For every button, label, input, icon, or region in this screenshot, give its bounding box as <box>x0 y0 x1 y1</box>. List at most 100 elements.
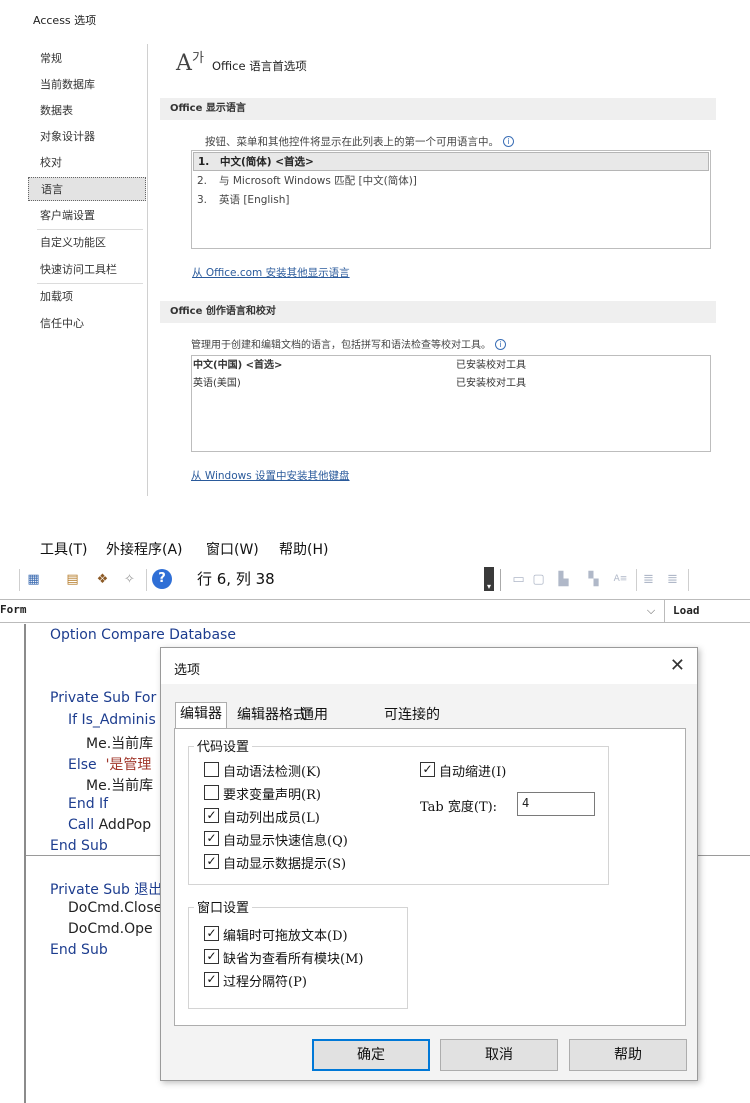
code-line[interactable]: Else '是管理 <box>68 754 151 774</box>
display-language-item[interactable]: 3. 英语 [English] <box>193 191 709 210</box>
code-line[interactable]: If Is_Adminis <box>68 712 156 728</box>
project-explorer-icon[interactable]: ▦ <box>25 571 42 588</box>
sidebar-item-language[interactable]: 语言 <box>28 177 146 201</box>
proofing-status: 已安装校对工具 <box>456 360 526 371</box>
object-browser-icon[interactable]: ❖ <box>94 571 111 588</box>
checkmark-icon[interactable]: ✓ <box>204 831 219 846</box>
toolbox-icon[interactable]: ✧ <box>121 571 138 588</box>
properties-window-icon[interactable]: ▤ <box>64 571 81 588</box>
outdent-icon[interactable]: ▢ <box>530 571 547 588</box>
code-line[interactable]: End Sub <box>50 838 108 854</box>
checkmark-icon[interactable]: ✓ <box>204 808 219 823</box>
chevron-down-icon[interactable]: ⌵ <box>642 602 660 620</box>
menu-help[interactable]: 帮助(H) <box>279 539 328 559</box>
sidebar-item-current-database[interactable]: 当前数据库 <box>28 73 146 97</box>
tab-editor[interactable]: 编辑器 <box>175 702 227 729</box>
checkbox[interactable] <box>204 785 219 800</box>
code-line[interactable]: Me.当前库 <box>86 733 153 753</box>
toggle-breakpoint-icon[interactable]: ▙ <box>555 571 572 588</box>
display-language-list[interactable]: 1. 中文(简体) <首选> 2. 与 Microsoft Windows 匹配 [… <box>191 150 711 249</box>
info-icon[interactable]: i <box>495 339 506 350</box>
help-button[interactable]: 帮助 <box>569 1039 687 1071</box>
sidebar-item-datasheet[interactable]: 数据表 <box>28 99 146 123</box>
menu-add-ins[interactable]: 外接程序(A) <box>106 539 183 559</box>
display-language-item[interactable]: 1. 中文(简体) <首选> <box>193 152 709 171</box>
access-options-title: Access 选项 <box>33 14 97 27</box>
dialog-titlebar[interactable]: 选项 ✕ <box>161 648 697 684</box>
checkbox-label: 过程分隔符(P) <box>223 975 307 990</box>
window-settings-title: 窗口设置 <box>194 897 253 916</box>
indent-icon[interactable]: ▭ <box>510 571 527 588</box>
close-icon[interactable]: ✕ <box>670 655 685 676</box>
code-line[interactable]: Call AddPop <box>68 817 151 833</box>
quick-info-icon[interactable]: A≡ <box>612 571 629 588</box>
sidebar-item-client-settings[interactable]: 客户端设置 <box>28 204 146 228</box>
next-bookmark-icon[interactable]: ≣ <box>664 571 681 588</box>
display-language-number: 2. <box>197 175 208 187</box>
tab-width-input[interactable]: 4 <box>517 792 595 816</box>
checkmark-icon[interactable]: ✓ <box>204 972 219 987</box>
checkbox-label: 自动缩进(I) <box>439 765 507 780</box>
cancel-button[interactable]: 取消 <box>440 1039 558 1071</box>
checkmark-icon[interactable]: ✓ <box>204 949 219 964</box>
install-keyboard-link[interactable]: 从 Windows 设置中安装其他键盘 <box>191 468 350 483</box>
display-language-description: 按钮、菜单和其他控件将显示在此列表上的第一个可用语言中。 i <box>205 134 514 149</box>
display-language-description-text: 按钮、菜单和其他控件将显示在此列表上的第一个可用语言中。 <box>205 136 499 148</box>
proofing-status: 已安装校对工具 <box>456 378 526 389</box>
language-icon-small-glyph: 가 <box>192 51 204 66</box>
checkbox-label: 自动列出成员(L) <box>223 811 320 826</box>
sidebar-item-trust-center[interactable]: 信任中心 <box>28 312 146 336</box>
tab-docking[interactable]: 可连接的 <box>380 704 444 729</box>
authoring-language-row[interactable]: 英语(美国) 已安装校对工具 <box>193 375 709 393</box>
install-display-language-link[interactable]: 从 Office.com 安装其他显示语言 <box>192 265 350 280</box>
dialog-title: 选项 <box>174 663 201 678</box>
authoring-language-description: 管理用于创建和编辑文档的语言，包括拼写和语法检查等校对工具。 i <box>191 336 506 351</box>
checkmark-icon[interactable]: ✓ <box>420 762 435 777</box>
display-language-label: 与 Microsoft Windows 匹配 [中文(简体)] <box>219 175 417 187</box>
tab-general[interactable]: 通用 <box>296 704 332 729</box>
display-language-label: 中文(简体) <首选> <box>220 156 314 168</box>
authoring-language-list[interactable]: 中文(中国) <首选> 已安装校对工具 英语(美国) 已安装校对工具 <box>191 355 711 452</box>
language-preferences-heading: Office 语言首选项 <box>212 59 307 73</box>
display-language-item[interactable]: 2. 与 Microsoft Windows 匹配 [中文(简体)] <box>193 172 709 191</box>
help-icon[interactable]: ? <box>152 569 172 589</box>
checkmark-icon[interactable]: ✓ <box>204 854 219 869</box>
authoring-language-row[interactable]: 中文(中国) <首选> 已安装校对工具 <box>193 357 709 375</box>
sidebar-item-general[interactable]: 常规 <box>28 47 146 71</box>
sidebar-item-proofing[interactable]: 校对 <box>28 151 146 175</box>
code-line[interactable]: End Sub <box>50 942 108 958</box>
toolbar-overflow-icon[interactable]: ▾ <box>484 567 494 591</box>
checkbox[interactable] <box>204 762 219 777</box>
info-icon[interactable]: i <box>503 136 514 147</box>
code-line[interactable]: DoCmd.Ope <box>68 921 153 937</box>
comment-block-icon[interactable]: ▚ <box>585 571 602 588</box>
code-keyword: Call <box>68 817 95 833</box>
code-line[interactable]: End If <box>68 796 108 812</box>
checkmark-icon[interactable]: ✓ <box>204 926 219 941</box>
code-line[interactable]: Me.当前库 <box>86 775 153 795</box>
sidebar-item-quick-access-toolbar[interactable]: 快速访问工具栏 <box>28 258 146 282</box>
menu-tools[interactable]: 工具(T) <box>40 539 87 559</box>
code-line[interactable]: DoCmd.Close <box>68 900 162 916</box>
procedure-combobox[interactable]: Load <box>664 600 750 622</box>
checkbox-label: 自动语法检测(K) <box>223 765 321 780</box>
bookmark-icon[interactable]: ≣ <box>640 571 657 588</box>
authoring-language-description-text: 管理用于创建和编辑文档的语言，包括拼写和语法检查等校对工具。 <box>191 340 491 351</box>
checkbox-label: 缺省为查看所有模块(M) <box>223 952 364 967</box>
ok-button[interactable]: 确定 <box>312 1039 430 1071</box>
display-language-number: 3. <box>197 194 208 206</box>
code-line[interactable]: Option Compare Database <box>50 627 236 643</box>
sidebar-item-customize-ribbon[interactable]: 自定义功能区 <box>28 231 146 255</box>
code-line[interactable]: Private Sub For <box>50 690 156 706</box>
code-line[interactable]: Private Sub 退出 <box>50 879 162 899</box>
tab-width-label-text: Tab 宽度(T): <box>420 800 498 815</box>
object-combobox[interactable]: Form <box>0 599 661 623</box>
menu-window[interactable]: 窗口(W) <box>206 539 259 559</box>
sidebar-item-object-designers[interactable]: 对象设计器 <box>28 125 146 149</box>
toolbar-separator <box>19 569 20 591</box>
checkbox-label: 自动显示快速信息(Q) <box>223 834 348 849</box>
code-keyword: Else <box>68 757 97 773</box>
editor-tab-panel: 代码设置 自动语法检测(K) 要求变量声明(R) ✓ 自动列出成员(L) ✓ 自动显… <box>174 728 686 1026</box>
sidebar-item-add-ins[interactable]: 加载项 <box>28 285 146 309</box>
sidebar-divider <box>37 283 143 284</box>
